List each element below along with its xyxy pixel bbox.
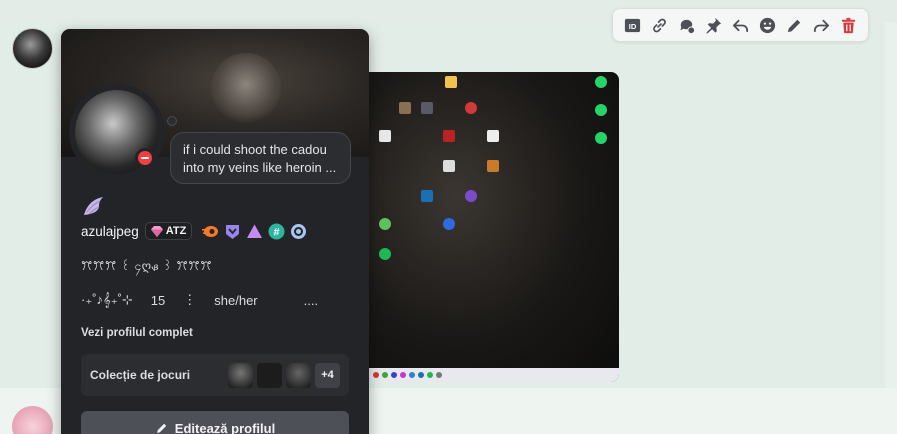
quest-badge-icon[interactable] (290, 223, 307, 240)
game-shortcut-icon (443, 160, 455, 172)
profile-decoration-text: ꔫꔫꔫ ꒰ ၄ღᏸ ꒱ ꔫꔫꔫ (81, 259, 213, 273)
whatsapp-icon (595, 132, 607, 144)
message-image-attachment[interactable] (367, 72, 619, 382)
pin-button[interactable] (702, 13, 726, 37)
status-bubble-tail (167, 116, 177, 126)
forward-icon (813, 19, 830, 32)
message-actions-toolbar: ID (612, 8, 869, 42)
info-trail: .... (303, 292, 319, 308)
game-thumbnail[interactable] (286, 362, 311, 388)
folder-icon (445, 76, 457, 88)
wing-decoration-icon (84, 197, 103, 215)
dnd-status-indicator (135, 148, 155, 168)
whatsapp-icon (595, 76, 607, 88)
windows-taskbar (367, 368, 619, 382)
edit-profile-label: Editează profilul (174, 420, 276, 434)
app-shortcut-icon (379, 218, 391, 230)
create-thread-button[interactable] (675, 13, 699, 37)
guild-tag[interactable]: ATZ (144, 222, 193, 240)
steam-icon (421, 190, 433, 202)
reply-button[interactable] (729, 13, 753, 37)
delete-message-button[interactable] (837, 13, 861, 37)
game-shortcut-icon (421, 102, 433, 114)
edit-icon (787, 19, 801, 32)
message-author-avatar[interactable] (12, 28, 53, 69)
game-shortcut-icon (487, 160, 499, 172)
info-symbols: ·₊˚♪𝄞₊˚⊹ (81, 292, 133, 307)
epic-games-icon (487, 130, 499, 142)
profile-info-row: ·₊˚♪𝄞₊˚⊹ 15 ⋮ she/her .... (81, 292, 318, 308)
info-number: 15 (150, 292, 166, 308)
edit-profile-button[interactable]: Editează profilul (81, 411, 349, 434)
info-separator: ⋮ (183, 292, 197, 307)
game-shortcut-icon (399, 102, 411, 114)
reply-icon (732, 19, 749, 32)
pin-icon (706, 17, 722, 34)
forward-button[interactable] (810, 13, 834, 37)
triangle-badge-icon[interactable] (246, 223, 263, 240)
game-shortcut-icon (443, 130, 455, 142)
edit-message-button[interactable] (783, 13, 807, 37)
profile-badges: # (202, 223, 307, 240)
copy-link-button[interactable] (648, 13, 672, 37)
username-row: azulajpeg ATZ # (81, 222, 307, 240)
custom-status-bubble[interactable]: if i could shoot the cadou into my veins… (170, 132, 351, 184)
game-collection-card[interactable]: Colecție de jocuri +4 (81, 354, 349, 396)
copy-id-button[interactable]: ID (621, 13, 645, 37)
nitro-badge-icon[interactable] (202, 223, 219, 240)
app-shortcut-icon (465, 102, 477, 114)
copy-id-icon: ID (624, 18, 641, 32)
more-games-count[interactable]: +4 (315, 362, 340, 388)
gem-icon (150, 225, 163, 237)
pencil-icon (156, 423, 166, 433)
profile-username[interactable]: azulajpeg (81, 224, 139, 239)
whatsapp-icon (595, 104, 607, 116)
game-thumbnail[interactable] (257, 362, 282, 388)
view-full-profile-link[interactable]: Vezi profilul complet (81, 327, 193, 339)
spotify-icon (379, 248, 391, 260)
add-reaction-icon (759, 17, 776, 33)
ea-app-icon (443, 218, 455, 230)
svg-text:#: # (274, 226, 280, 238)
hypesquad-badge-icon[interactable] (224, 223, 241, 240)
guild-tag-label: ATZ (165, 225, 187, 237)
add-reaction-button[interactable] (756, 13, 780, 37)
create-thread-icon (680, 19, 696, 34)
user-profile-popout: if i could shoot the cadou into my veins… (61, 29, 369, 434)
app-shortcut-icon (379, 130, 391, 142)
game-thumbnail[interactable] (228, 362, 253, 388)
svg-text:ID: ID (629, 21, 637, 30)
pronouns: she/her (214, 292, 258, 308)
delete-icon (841, 17, 856, 33)
app-shortcut-icon (465, 190, 477, 202)
game-collection-label: Colecție de jocuri (90, 368, 191, 382)
copy-link-icon (653, 18, 666, 32)
hashtag-badge-icon[interactable]: # (268, 223, 285, 240)
